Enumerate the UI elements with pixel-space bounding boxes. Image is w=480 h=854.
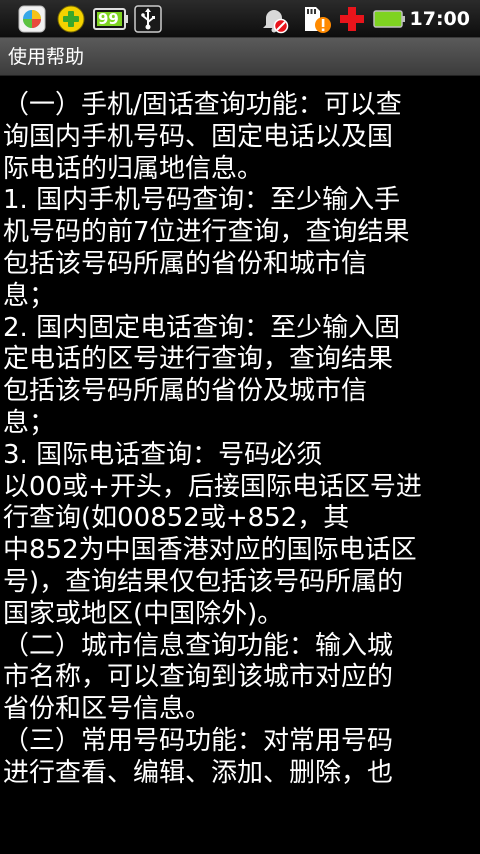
help-line: 息； xyxy=(3,280,56,311)
status-time: 17:00 xyxy=(409,8,470,30)
help-line: （一）手机/固话查询功能：可以查 xyxy=(3,90,402,120)
title-bar: 使用帮助 xyxy=(0,38,480,76)
help-line: 中852为中国香港对应的国际电话区 xyxy=(3,535,417,566)
help-line: 进行查看、编辑、添加、删除，也 xyxy=(3,757,394,788)
help-line: 包括该号码所属的省份和城市信 xyxy=(3,248,368,279)
alarm-off-icon xyxy=(260,5,289,34)
battery-icon xyxy=(373,5,407,33)
help-content[interactable]: （一）手机/固话查询功能：可以查 询国内手机号码、固定电话以及国 际电话的归属地… xyxy=(0,76,480,854)
status-bar: 99 17:00 xyxy=(0,0,480,38)
sd-card-warning-icon xyxy=(302,5,334,33)
help-text-block: （一）手机/固话查询功能：可以查 询国内手机号码、固定电话以及国 际电话的归属地… xyxy=(3,90,471,790)
help-line: 以00或+开头，后接国际电话区号进 xyxy=(3,471,422,502)
help-line: 1. 国内手机号码查询：至少输入手 xyxy=(3,185,401,216)
help-line: 询国内手机号码、固定电话以及国 xyxy=(3,121,394,152)
help-line: 3. 国际电话查询：号码必须 xyxy=(3,439,323,470)
help-line: （二）城市信息查询功能：输入城 xyxy=(3,630,394,661)
help-line: 2. 国内固定电话查询：至少输入固 xyxy=(3,312,401,343)
usb-icon xyxy=(134,5,162,33)
help-line: 市名称，可以查询到该城市对应的 xyxy=(3,662,394,693)
help-line: 息； xyxy=(3,407,56,438)
help-line: 行查询(如00852或+852，其 xyxy=(3,503,350,534)
help-line: 包括该号码所属的省份及城市信 xyxy=(3,376,368,407)
help-line: 机号码的前7位进行查询，查询结果 xyxy=(3,217,410,248)
help-line: 定电话的区号进行查询，查询结果 xyxy=(3,344,394,375)
help-line: 际电话的归属地信息。 xyxy=(3,153,264,184)
help-line: （三）常用号码功能：对常用号码 xyxy=(3,725,394,756)
help-line: 省份和区号信息。 xyxy=(3,694,212,725)
plus-app-icon[interactable] xyxy=(56,5,85,33)
help-line: 号)，查询结果仅包括该号码所属的 xyxy=(3,566,404,597)
battery-99-icon: 99 xyxy=(93,5,129,33)
red-cross-icon xyxy=(338,5,366,33)
help-line: 国家或地区(中国除外)。 xyxy=(3,598,284,629)
battery-badge: 99 xyxy=(98,10,119,28)
page-title: 使用帮助 xyxy=(8,46,85,68)
app-store-icon[interactable] xyxy=(18,5,46,33)
